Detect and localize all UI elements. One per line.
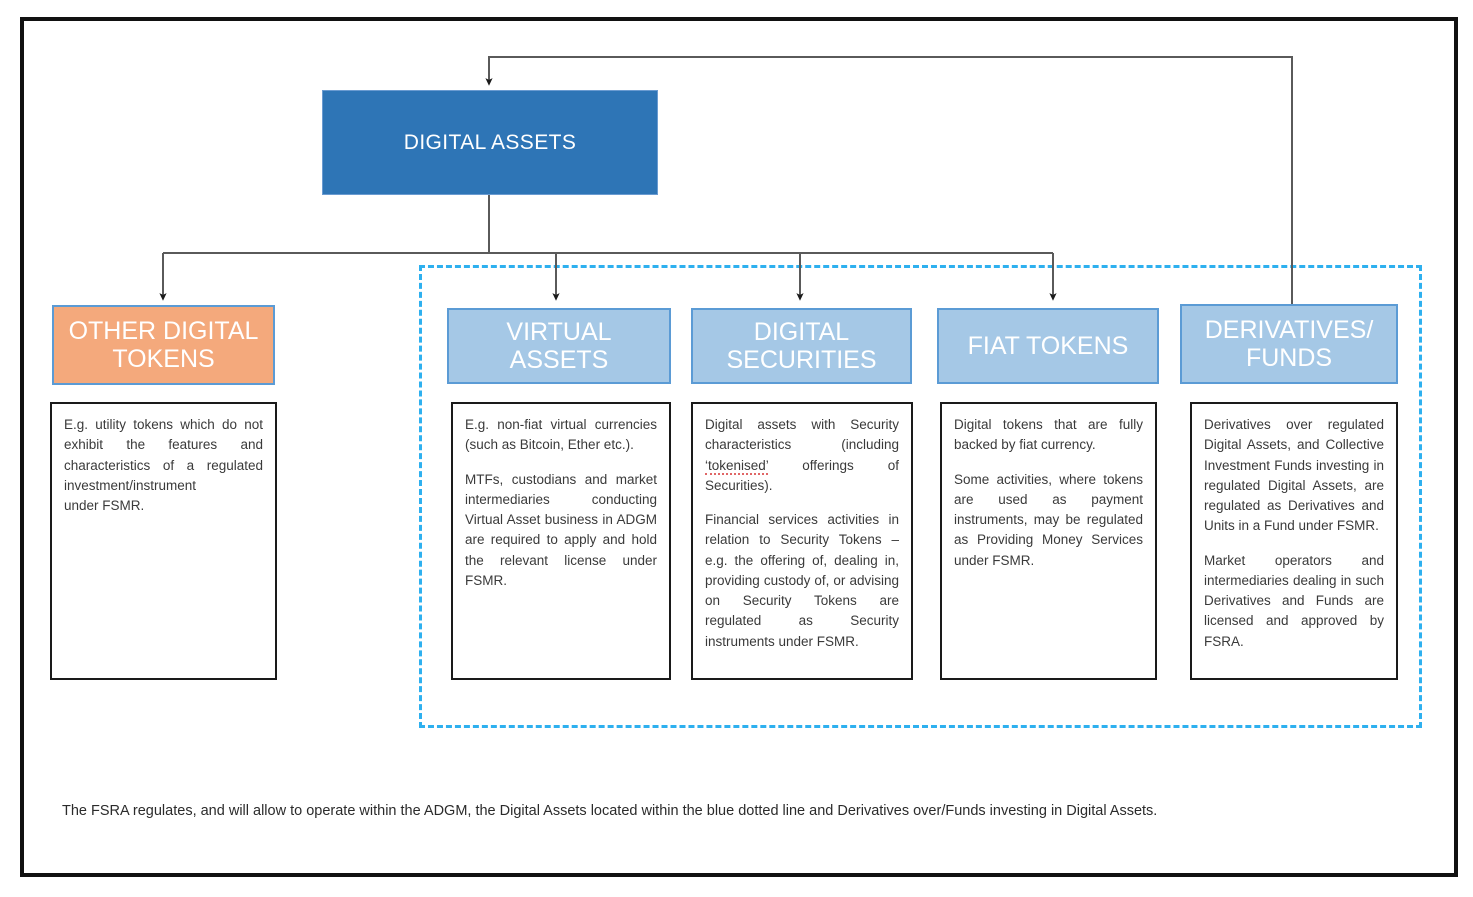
node-digital-securities[interactable]: DIGITAL SECURITIES xyxy=(691,308,912,384)
description-paragraph: Some activities, where tokens are used a… xyxy=(954,471,1143,568)
node-other-digital-tokens[interactable]: OTHER DIGITAL TOKENS xyxy=(52,305,275,385)
node-fiat-tokens[interactable]: FIAT TOKENS xyxy=(937,308,1159,384)
description-paragraph: E.g. utility tokens which do not exhibit… xyxy=(64,417,263,493)
description-virtual-assets: E.g. non-fiat virtual currencies (such a… xyxy=(451,402,671,680)
node-derivatives-funds[interactable]: DERIVATIVES/FUNDS xyxy=(1180,304,1398,384)
node-virtual-assets[interactable]: VIRTUAL ASSETS xyxy=(447,308,671,384)
description-paragraph: Market operators and intermediaries deal… xyxy=(1204,552,1384,649)
description-paragraph: Digital assets with Security characteris… xyxy=(705,417,899,493)
node-virtual-assets-label: VIRTUAL ASSETS xyxy=(506,318,612,374)
node-digital-assets[interactable]: DIGITAL ASSETS xyxy=(322,90,658,195)
node-digital-assets-label: DIGITAL ASSETS xyxy=(403,130,577,154)
description-other-digital-tokens: E.g. utility tokens which do not exhibit… xyxy=(50,402,277,680)
footer-note: The FSRA regulates, and will allow to op… xyxy=(62,803,1158,819)
description-paragraph: E.g. non-fiat virtual currencies (such a… xyxy=(465,417,657,453)
description-fiat-tokens: Digital tokens that are fully backed by … xyxy=(940,402,1157,680)
spellcheck-underlined-word: ‘tokenised’ xyxy=(705,457,769,475)
diagram-canvas: DIGITAL ASSETS OTHER DIGITAL TOKENS E.g. … xyxy=(0,0,1473,897)
description-digital-securities: Digital assets with Security characteris… xyxy=(691,402,913,680)
node-fiat-tokens-label: FIAT TOKENS xyxy=(967,332,1129,360)
description-paragraph: Digital tokens that are fully backed by … xyxy=(954,417,1143,453)
description-paragraph: under FSMR. xyxy=(64,498,145,513)
node-digital-securities-label: DIGITAL SECURITIES xyxy=(726,318,877,374)
description-paragraph: MTFs, custodians and market intermediari… xyxy=(465,471,657,588)
description-derivatives-funds: Derivatives over regulated Digital Asset… xyxy=(1190,402,1398,680)
node-derivatives-funds-label: DERIVATIVES/FUNDS xyxy=(1204,316,1374,372)
description-paragraph: Financial services activities in relatio… xyxy=(705,512,899,649)
node-other-digital-tokens-label: OTHER DIGITAL TOKENS xyxy=(68,317,259,373)
description-paragraph: Derivatives over regulated Digital Asset… xyxy=(1204,417,1384,534)
